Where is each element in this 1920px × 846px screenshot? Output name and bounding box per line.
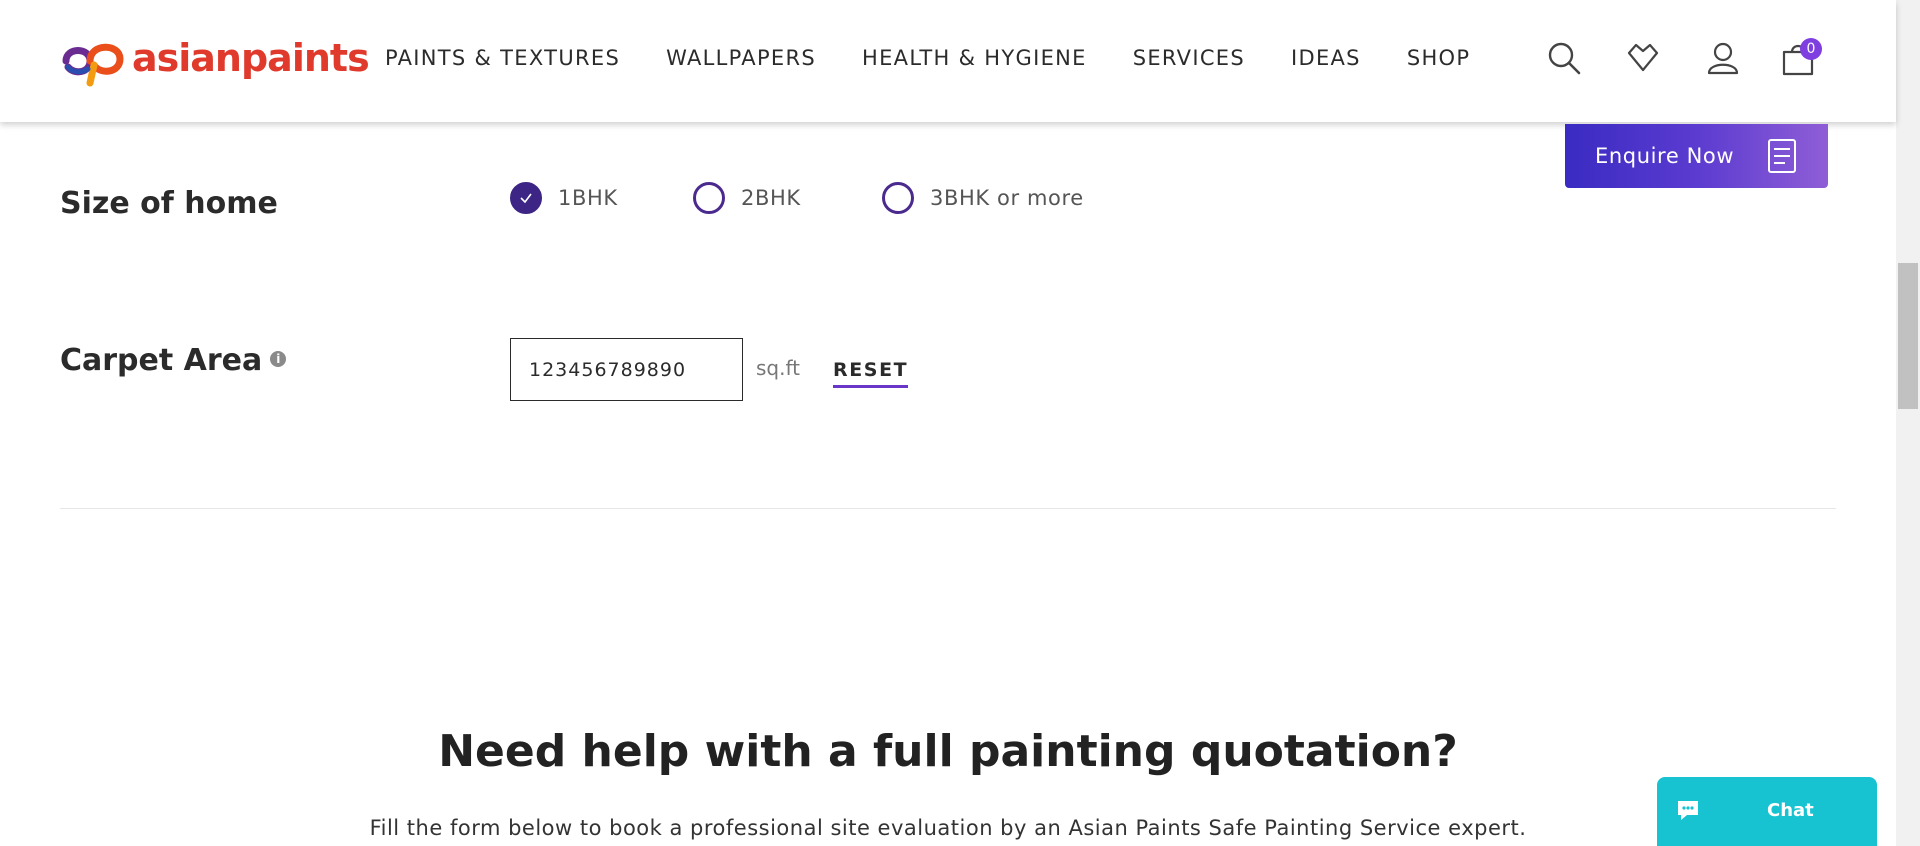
nav-item-shop[interactable]: SHOP xyxy=(1407,46,1471,70)
nav-item-services[interactable]: SERVICES xyxy=(1133,46,1245,70)
cart-count-badge: 0 xyxy=(1800,38,1822,60)
nav-item-paints-textures[interactable]: PAINTS & TEXTURES xyxy=(385,46,620,70)
radio-option-3bhk-or-more[interactable]: 3BHK or more xyxy=(882,182,1084,214)
chat-button[interactable]: Chat xyxy=(1657,777,1877,846)
enquire-now-label: Enquire Now xyxy=(1595,144,1735,168)
radio-unchecked-icon[interactable] xyxy=(882,182,914,214)
main-nav: PAINTS & TEXTURES WALLPAPERS HEALTH & HY… xyxy=(385,46,1470,70)
size-of-home-label: Size of home xyxy=(60,186,278,221)
page-scrollbar-track[interactable] xyxy=(1896,0,1920,846)
area-unit-label: sq.ft xyxy=(756,356,801,380)
enquire-now-button[interactable]: Enquire Now xyxy=(1565,124,1828,188)
brand-logo[interactable]: asianpaints xyxy=(60,33,370,87)
radio-label-2bhk: 2BHK xyxy=(741,186,801,210)
brand-name: asianpaints xyxy=(132,36,370,80)
radio-unchecked-icon[interactable] xyxy=(693,182,725,214)
radio-option-2bhk[interactable]: 2BHK xyxy=(693,182,801,214)
page: asianpaints PAINTS & TEXTURES WALLPAPERS… xyxy=(0,0,1896,846)
section-divider xyxy=(60,508,1836,509)
radio-label-1bhk: 1BHK xyxy=(558,186,618,210)
page-scrollbar-thumb[interactable] xyxy=(1898,263,1918,409)
site-header: asianpaints PAINTS & TEXTURES WALLPAPERS… xyxy=(0,0,1896,122)
carpet-area-label: Carpet Area xyxy=(60,343,263,378)
checkmark-icon xyxy=(520,193,532,204)
brand-logo-mark-icon xyxy=(62,43,124,87)
user-icon[interactable] xyxy=(1705,40,1741,76)
search-icon[interactable] xyxy=(1546,40,1582,76)
wishlist-heart-icon[interactable] xyxy=(1625,40,1661,76)
document-icon xyxy=(1768,139,1796,173)
radio-label-3bhk-or-more: 3BHK or more xyxy=(930,186,1084,210)
chat-label: Chat xyxy=(1767,800,1814,821)
carpet-area-input[interactable] xyxy=(510,338,743,401)
radio-checked-icon[interactable] xyxy=(510,182,542,214)
nav-item-health-hygiene[interactable]: HEALTH & HYGIENE xyxy=(862,46,1087,70)
quotation-help-subtitle: Fill the form below to book a profession… xyxy=(369,816,1527,840)
info-icon[interactable]: i xyxy=(270,350,287,367)
chat-bubble-icon xyxy=(1678,801,1698,820)
carpet-area-row-label: Carpet Area i xyxy=(60,343,287,378)
nav-item-wallpapers[interactable]: WALLPAPERS xyxy=(666,46,816,70)
reset-button[interactable]: RESET xyxy=(833,359,909,388)
nav-item-ideas[interactable]: IDEAS xyxy=(1291,46,1361,70)
quotation-help-heading: Need help with a full painting quotation… xyxy=(438,726,1458,777)
radio-option-1bhk[interactable]: 1BHK xyxy=(510,182,618,214)
